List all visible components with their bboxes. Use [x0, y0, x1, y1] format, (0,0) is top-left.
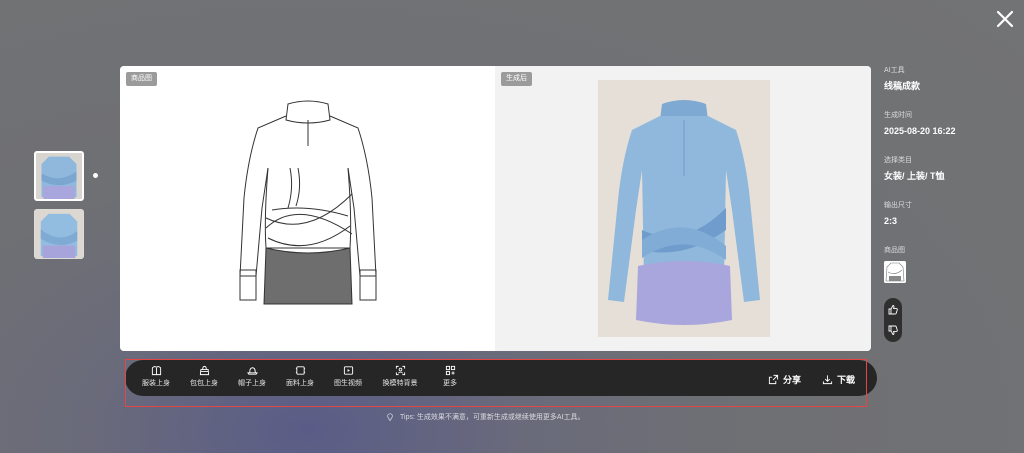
output-size-label: 输出尺寸	[884, 202, 912, 209]
generation-time-label: 生成时间	[884, 112, 912, 119]
thumbnail-result-1[interactable]	[34, 151, 84, 201]
thumbnail-list	[34, 151, 86, 267]
tips-text: Tips: 生成效果不满意，可重新生成或继续使用更多AI工具。	[386, 412, 584, 422]
tool-image-to-video[interactable]: 图生视频	[331, 364, 365, 394]
tool-label: 换模特背景	[382, 380, 418, 387]
category-label: 选择类目	[884, 157, 912, 164]
category-info: 选择类目 女装/ 上装/ T恤	[884, 156, 1014, 182]
generated-photo	[598, 80, 770, 337]
tool-label: 图生视频	[334, 380, 362, 387]
tool-label: 面料上身	[286, 380, 314, 387]
active-indicator-dot	[93, 173, 98, 178]
scan-icon	[395, 365, 405, 376]
tool-change-model-background[interactable]: 换模特背景	[379, 364, 421, 394]
download-label: 下载	[837, 374, 856, 385]
dislike-button[interactable]	[887, 324, 899, 336]
hat-icon	[246, 367, 258, 375]
thumbs-up-icon	[888, 305, 898, 315]
tool-garment-try-on[interactable]: 服装上身	[139, 364, 173, 394]
grid-icon	[445, 365, 455, 376]
ai-tool-value: 线稿成款	[884, 81, 921, 91]
share-button[interactable]: 分享	[768, 372, 801, 386]
like-button[interactable]	[887, 304, 899, 316]
tool-fabric-try-on[interactable]: 面料上身	[283, 364, 317, 394]
video-icon	[343, 366, 353, 375]
ai-tool-info: AI工具 线稿成款	[884, 66, 1014, 92]
sketch-thumbnail-icon	[884, 261, 906, 283]
tool-hat-try-on[interactable]: 帽子上身	[235, 364, 269, 394]
thumbnail-result-2[interactable]	[34, 209, 84, 259]
tool-more[interactable]: 更多	[435, 364, 465, 394]
close-button[interactable]	[994, 8, 1016, 30]
shirt-icon	[151, 365, 161, 376]
tool-bag-try-on[interactable]: 包包上身	[187, 364, 221, 394]
blouse-thumbnail-icon	[36, 153, 82, 199]
info-panel: AI工具 线稿成款 生成时间 2025-08-20 16:22 选择类目 女装/…	[884, 66, 1014, 302]
download-button[interactable]: 下载	[822, 372, 855, 386]
generated-image-pane: 生成后	[495, 66, 871, 351]
fabric-icon	[295, 366, 305, 375]
tool-label: 服装上身	[142, 380, 170, 387]
download-icon	[822, 374, 833, 384]
tips-label: Tips: 生成效果不满意，可重新生成或继续使用更多AI工具。	[400, 414, 585, 421]
share-label: 分享	[783, 374, 802, 385]
generation-time-value: 2025-08-20 16:22	[884, 126, 956, 136]
product-image-tag: 商品图	[126, 72, 157, 86]
close-icon	[996, 10, 1014, 28]
output-size-info: 输出尺寸 2:3	[884, 201, 1014, 227]
thumbs-down-icon	[888, 325, 898, 335]
product-image-thumbnail[interactable]	[884, 261, 906, 283]
comparison-canvas: 商品图 生成后	[120, 66, 871, 351]
ai-tool-label: AI工具	[884, 67, 905, 74]
line-sketch-image	[228, 98, 388, 313]
tool-label: 更多	[443, 380, 457, 387]
feedback-group	[884, 298, 902, 342]
bottom-toolbar: 服装上身 包包上身 帽子上身 面料上身 图生视频 换模特背景 更多	[125, 360, 877, 396]
lightbulb-icon	[387, 413, 393, 421]
tool-label: 包包上身	[190, 380, 218, 387]
product-image-info: 商品图	[884, 246, 1014, 283]
category-value: 女装/ 上装/ T恤	[884, 171, 945, 181]
generated-image-tag: 生成后	[501, 72, 532, 86]
output-size-value: 2:3	[884, 216, 898, 226]
tool-label: 帽子上身	[238, 380, 266, 387]
blouse-thumbnail-icon	[35, 210, 83, 258]
product-image-label: 商品图	[884, 247, 905, 254]
generation-time-info: 生成时间 2025-08-20 16:22	[884, 111, 1014, 137]
share-icon	[768, 374, 779, 384]
bag-icon	[199, 365, 209, 376]
product-image-pane: 商品图	[120, 66, 495, 351]
